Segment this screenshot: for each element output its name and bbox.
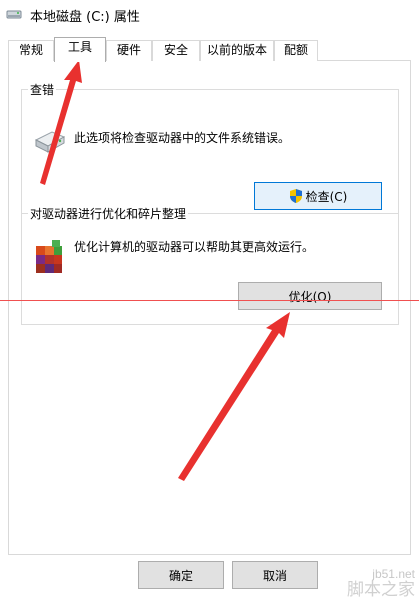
tab-general[interactable]: 常规 xyxy=(8,40,54,61)
disk-drive-icon xyxy=(34,131,66,153)
tab-previous-versions[interactable]: 以前的版本 xyxy=(200,40,274,61)
window-title: 本地磁盘 (C:) 属性 xyxy=(30,10,140,25)
defrag-icon xyxy=(36,240,62,273)
cancel-button[interactable]: 取消 xyxy=(232,561,318,589)
drive-icon xyxy=(6,10,22,19)
tab-tools[interactable]: 工具 xyxy=(54,37,106,62)
optimize-button[interactable]: 优化(O) xyxy=(238,282,382,310)
optimize-button-label: 优化(O) xyxy=(288,289,332,304)
tab-quota[interactable]: 配额 xyxy=(274,40,318,61)
ok-button-label: 确定 xyxy=(168,568,193,583)
cancel-button-label: 取消 xyxy=(262,568,287,583)
ok-button[interactable]: 确定 xyxy=(138,561,224,589)
tab-hardware[interactable]: 硬件 xyxy=(106,40,152,61)
check-button[interactable]: 检查(C) xyxy=(254,182,382,210)
optimize-group: 对驱动器进行优化和碎片整理 优化计算机的驱动器可以帮助其更高效运行。 优化(O) xyxy=(21,205,399,325)
tools-panel: 查错 此选项将检查驱动器中的文件系统错误。 检查(C) 对驱动器进行优化和碎片整… xyxy=(8,60,411,555)
tab-security[interactable]: 安全 xyxy=(152,40,200,61)
watermark: jb51.net 脚本之家 xyxy=(347,567,415,599)
optimize-title: 对驱动器进行优化和碎片整理 xyxy=(28,205,189,222)
annotation-guide-line xyxy=(0,300,419,301)
check-button-label: 检查(C) xyxy=(305,189,348,204)
error-check-title: 查错 xyxy=(28,81,57,98)
watermark-site: jb51.net xyxy=(372,567,415,581)
optimize-description: 优化计算机的驱动器可以帮助其更高效运行。 xyxy=(74,240,315,254)
title-bar: 本地磁盘 (C:) 属性 xyxy=(0,0,419,30)
watermark-name: 脚本之家 xyxy=(347,580,415,600)
uac-shield-icon xyxy=(289,189,302,203)
error-check-description: 此选项将检查驱动器中的文件系统错误。 xyxy=(74,131,291,145)
